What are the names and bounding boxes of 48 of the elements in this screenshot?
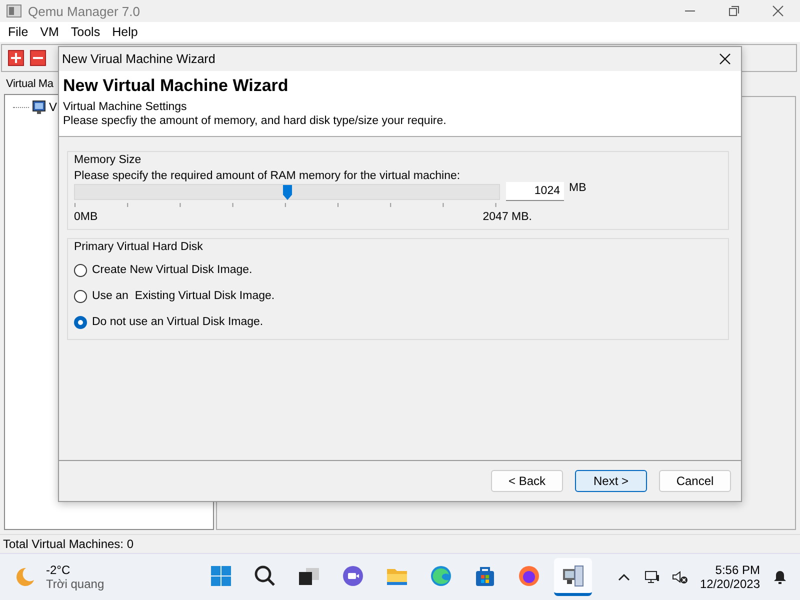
menu-item[interactable]: Help xyxy=(106,25,144,39)
app-icon xyxy=(6,3,22,19)
wizard-description: Please specfiy the amount of memory, and hard disk type/size your require. xyxy=(63,114,448,128)
memory-input[interactable]: 1024 xyxy=(506,182,564,201)
dialog-button[interactable]: < Back xyxy=(491,470,563,492)
remove-icon[interactable] xyxy=(30,50,46,66)
menu-item[interactable]: VM xyxy=(34,25,65,39)
tree-item[interactable]: V xyxy=(49,100,58,114)
add-icon[interactable] xyxy=(8,50,24,66)
browser-icon xyxy=(517,564,541,588)
maximize-icon[interactable] xyxy=(728,5,740,17)
max-label: 2047 MB. xyxy=(482,211,532,223)
chat-icon xyxy=(341,564,365,588)
temperature: -2°C xyxy=(46,563,72,577)
radio-button[interactable] xyxy=(74,290,87,302)
menu-item[interactable]: File xyxy=(2,25,34,39)
network-icon[interactable] xyxy=(644,569,660,585)
window-title: Qemu Manager 7.0 xyxy=(28,4,140,18)
dialog-button[interactable]: Next > xyxy=(575,470,647,492)
dialog-title: New Virual Machine Wizard xyxy=(62,52,216,66)
group-title: Memory Size xyxy=(74,154,142,166)
min-label: 0MB xyxy=(74,211,98,223)
radio-label[interactable]: Do not use an Virtual Disk Image. xyxy=(92,316,264,328)
menu-item[interactable]: Tools xyxy=(64,25,106,39)
close-icon[interactable] xyxy=(772,5,784,17)
search-icon xyxy=(253,564,277,588)
wizard-heading: New Virtual Machine Wizard xyxy=(63,76,290,96)
unit-label: MB xyxy=(569,182,586,194)
bell-icon[interactable] xyxy=(772,569,788,585)
monitor-icon xyxy=(31,99,47,115)
clock[interactable]: 5:56 PM 12/20/2023 xyxy=(700,563,760,591)
radio-button[interactable] xyxy=(74,316,87,328)
weather-condition: Trời quang xyxy=(46,577,104,591)
memory-slider[interactable] xyxy=(74,184,500,200)
radio-label[interactable]: Use an Existing Virtual Disk Image. xyxy=(92,290,275,302)
computer-icon xyxy=(561,564,585,588)
dialog-button[interactable]: Cancel xyxy=(659,470,731,492)
browser-icon xyxy=(429,564,453,588)
radio-button[interactable] xyxy=(74,264,87,276)
wizard-subheading: Virtual Machine Settings xyxy=(63,100,188,114)
group-title: Primary Virtual Hard Disk xyxy=(74,241,204,253)
memory-prompt: Please specify the required amount of RAM memory for the virtual machine: xyxy=(74,170,462,182)
radio-label[interactable]: Create New Virtual Disk Image. xyxy=(92,264,252,276)
muted-speaker-icon[interactable] xyxy=(672,569,688,585)
status-text: Total Virtual Machines: 0 xyxy=(3,537,134,551)
close-icon[interactable] xyxy=(719,53,731,65)
slider-thumb[interactable] xyxy=(283,185,292,200)
start-icon xyxy=(209,564,233,588)
